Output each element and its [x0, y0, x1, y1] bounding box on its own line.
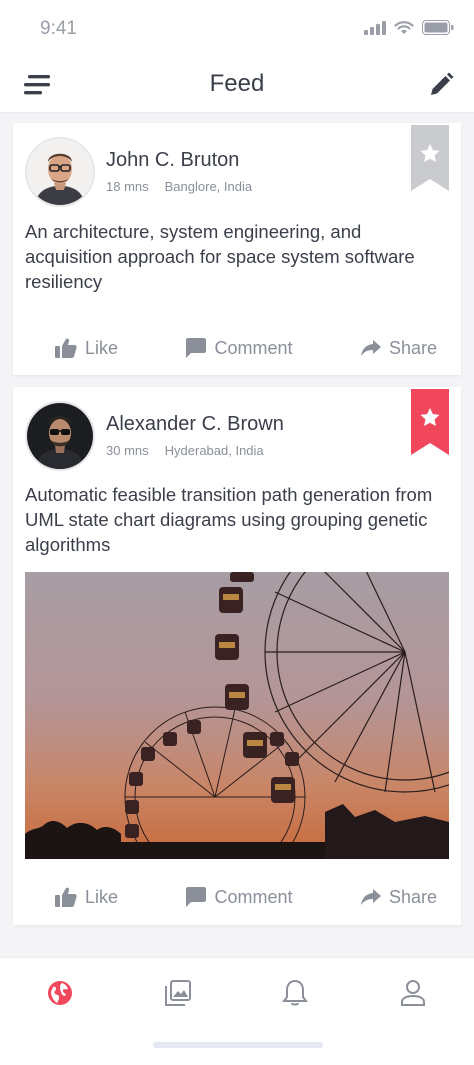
post-card: Alexander C. Brown 30 mns Hyderabad, Ind…: [13, 387, 461, 925]
avatar[interactable]: [25, 137, 95, 207]
post-text: An architecture, system engineering, and…: [25, 221, 415, 292]
edit-icon[interactable]: [428, 72, 454, 98]
wifi-icon: [394, 20, 414, 34]
post-location: Banglore, India: [164, 179, 253, 194]
thumbs-up-icon: [55, 338, 77, 358]
bookmark-icon[interactable]: [411, 389, 449, 455]
share-icon: [360, 340, 381, 356]
post-card: John C. Bruton 18 mns Banglore, India An…: [13, 123, 461, 375]
like-button[interactable]: Like: [55, 887, 118, 908]
share-label: Share: [388, 337, 437, 358]
comment-label: Comment: [214, 886, 293, 907]
like-label: Like: [85, 886, 119, 907]
share-icon: [360, 889, 381, 905]
bookmark-icon[interactable]: [411, 125, 449, 191]
user-icon[interactable]: [398, 978, 428, 1008]
post-time: 30 mns: [106, 443, 149, 458]
globe-icon[interactable]: [45, 978, 75, 1008]
nav-bar: Feed: [0, 58, 474, 112]
status-bar: 9:41: [0, 0, 474, 58]
like-label: Like: [85, 337, 119, 358]
home-indicator: [153, 1042, 323, 1048]
status-icons: [364, 20, 454, 35]
post-location: Hyderabad, India: [164, 443, 264, 458]
bell-icon[interactable]: [280, 978, 310, 1008]
comment-label: Comment: [214, 337, 293, 358]
post-text: Automatic feasible transition path gener…: [25, 484, 433, 555]
share-label: Share: [388, 886, 437, 907]
tab-bar: [0, 958, 474, 1065]
post-meta: 18 mns Banglore, India: [106, 179, 252, 194]
status-time: 9:41: [40, 18, 77, 39]
post-time: 18 mns: [106, 179, 149, 194]
author-name[interactable]: John C. Bruton: [106, 149, 239, 172]
signal-icon: [364, 20, 386, 35]
comment-button[interactable]: Comment: [186, 337, 293, 359]
comment-icon: [186, 887, 207, 907]
like-button[interactable]: Like: [55, 338, 118, 359]
post-meta: 30 mns Hyderabad, India: [106, 443, 264, 458]
post-actions: Like Comment Share: [13, 877, 461, 917]
post-actions: Like Comment Share: [13, 328, 461, 368]
thumbs-up-icon: [55, 887, 77, 907]
gallery-icon[interactable]: [163, 978, 193, 1008]
share-button[interactable]: Share: [360, 337, 437, 359]
share-button[interactable]: Share: [360, 886, 437, 908]
author-name[interactable]: Alexander C. Brown: [106, 413, 284, 436]
page-title: Feed: [209, 70, 265, 97]
comment-button[interactable]: Comment: [186, 886, 293, 908]
comment-icon: [186, 338, 207, 358]
post-image[interactable]: [25, 572, 449, 859]
battery-icon: [422, 20, 454, 35]
avatar[interactable]: [25, 401, 95, 471]
